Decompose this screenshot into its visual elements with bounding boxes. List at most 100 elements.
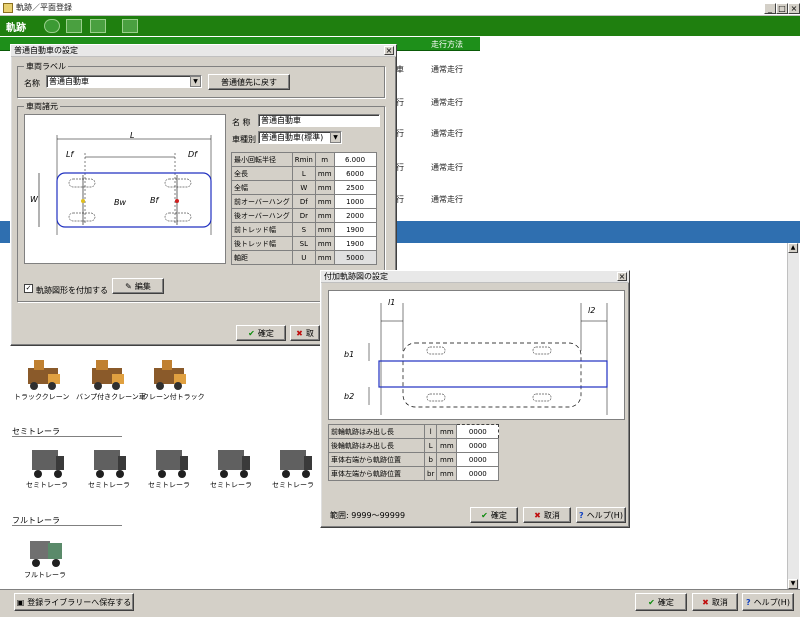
tool-button-2[interactable] [90, 19, 106, 33]
save-library-button[interactable]: ▣ 登録ライブラリーへ保存する [14, 593, 134, 611]
scroll-up-icon[interactable]: ▲ [788, 243, 798, 253]
param-input[interactable]: 0000 [456, 424, 500, 439]
window-title: 軌跡／平面登録 [16, 3, 72, 12]
crane-truck-icon[interactable] [150, 356, 190, 392]
tool-button-3[interactable] [122, 19, 138, 33]
semitrailer-icon[interactable] [26, 444, 66, 480]
table-row[interactable]: 行 [396, 162, 404, 173]
cancel-icon: ✖ [534, 510, 541, 520]
param-input[interactable]: 2500 [333, 180, 377, 195]
cancel-button[interactable]: ✖ 取消 [692, 593, 738, 611]
table-row: 後オーバーハング Dr mm 2000 [231, 208, 377, 223]
help-icon: ? [579, 510, 584, 520]
tool-button-1[interactable] [66, 19, 82, 33]
semitrailer-icon[interactable] [212, 444, 252, 480]
l2-label: l2 [588, 306, 596, 315]
track-params-table: 前輪軌跡はみ出し長 l mm 0000 後輪軌跡はみ出し長 Lmm 0000 車体右端から… [328, 424, 500, 481]
diagram-Bf-label: Bf [150, 196, 159, 205]
vehicle-label: セミトレーラ [272, 481, 314, 489]
table-row: 最小回転半径 Rmin m 6.000 [231, 152, 377, 167]
app-icon [3, 3, 13, 13]
table-row[interactable]: 車 [396, 64, 404, 75]
diagram-Bw-label: Bw [114, 198, 127, 207]
vehicle-diagram [24, 114, 226, 264]
param-input[interactable]: 1900 [333, 222, 377, 237]
dialog-close-button[interactable]: × [617, 272, 627, 281]
name-label: 名称 [24, 79, 40, 88]
fulltrailer-icon[interactable] [26, 533, 66, 569]
table-row: 車体左端から軌跡位置 br mm 0000 [328, 466, 500, 481]
attach-track-checkbox[interactable]: ✓ [24, 284, 33, 293]
truck-crane-icon[interactable] [24, 356, 64, 392]
param-input[interactable]: 1000 [333, 194, 377, 209]
close-button[interactable]: × [788, 3, 800, 14]
param-input[interactable]: 0000 [456, 452, 500, 467]
dialog2-help-button[interactable]: ? ヘルプ(H) [576, 507, 626, 523]
field-name-label: 名 称 [232, 118, 251, 127]
semitrailer-icon[interactable] [274, 444, 314, 480]
table-row[interactable]: 行 [396, 194, 404, 205]
attach-track-label: 軌跡図形を付加する [36, 286, 108, 295]
diagram-W-label: W [30, 195, 38, 204]
divider [12, 436, 122, 437]
dialog1-ok-button[interactable]: ✔ 確定 [236, 325, 286, 341]
vehicle-label: セミトレーラ [210, 481, 252, 489]
l1-label: l1 [388, 298, 396, 307]
param-input[interactable]: 2000 [333, 208, 377, 223]
chevron-down-icon[interactable]: ▼ [190, 76, 201, 87]
track-diagram [328, 290, 625, 420]
param-input[interactable]: 6000 [333, 166, 377, 181]
toolbar: 軌跡 [0, 16, 800, 36]
diagram-L-label: L [130, 131, 135, 140]
diagram-Lf-label: Lf [66, 150, 74, 159]
dialog-title: 付加軌跡図の設定 [321, 271, 629, 283]
vehicle-name-select[interactable]: 普通自動車 [46, 75, 202, 88]
table-row: 全幅 Wmm 2500 [231, 180, 377, 195]
table-row[interactable]: 行 [396, 97, 404, 108]
param-input[interactable]: 1900 [333, 236, 377, 251]
check-icon: ✔ [648, 597, 655, 607]
vehicle-label: トラッククレーン [14, 393, 70, 401]
table-row[interactable]: 行 [396, 128, 404, 139]
reset-standard-button[interactable]: 普通値先に戻す [208, 74, 290, 90]
param-input[interactable]: 0000 [456, 438, 500, 453]
field-name-input[interactable]: 普通自動車 [258, 114, 380, 127]
vehicle-label: セミトレーラ [26, 481, 68, 489]
param-input[interactable]: 5000 [333, 250, 377, 265]
method-cell: 通常走行 [431, 129, 463, 138]
vehicle-label: セミトレーラ [88, 481, 130, 489]
dialog1-cancel-button[interactable]: ✖ 取 [290, 325, 320, 341]
semitrailer-icon[interactable] [88, 444, 128, 480]
b2-label: b2 [344, 392, 355, 401]
check-icon: ✔ [248, 328, 255, 338]
dialog2-ok-button[interactable]: ✔ 確定 [470, 507, 518, 523]
add-icon[interactable] [44, 19, 60, 33]
semitrailer-icon[interactable] [150, 444, 190, 480]
dialog2-cancel-button[interactable]: ✖ 取消 [523, 507, 571, 523]
main-title-bar: 軌跡／平面登録 [0, 0, 800, 16]
table-row: 前輪軌跡はみ出し長 l mm 0000 [328, 424, 500, 439]
grid-header-method: 走行方法 [431, 40, 463, 49]
edit-button[interactable]: ✎ 編集 [112, 278, 164, 294]
scroll-down-icon[interactable]: ▼ [788, 579, 798, 589]
cancel-icon: ✖ [296, 328, 303, 338]
table-row: 前オーバーハング Df mm 1000 [231, 194, 377, 209]
minimize-button[interactable]: _ [764, 3, 776, 14]
chevron-down-icon[interactable]: ▼ [330, 132, 341, 143]
vehicle-label: クレーン付トラック [142, 393, 205, 401]
dialog-close-button[interactable]: × [384, 46, 394, 55]
method-cell: 通常走行 [431, 65, 463, 74]
param-input[interactable]: 6.000 [333, 152, 377, 167]
save-icon: ▣ [16, 597, 25, 607]
method-cell: 通常走行 [431, 195, 463, 204]
params-table: 最小回転半径 Rmin m 6.000 全長 Lmm 6000 全幅 Wmm 2500 前オー… [231, 152, 377, 265]
param-input[interactable]: 0000 [456, 466, 500, 481]
vertical-scrollbar[interactable]: ▲ ▼ [787, 243, 799, 589]
bump-crane-icon[interactable] [88, 356, 128, 392]
method-cell: 通常走行 [431, 98, 463, 107]
b1-label: b1 [344, 350, 355, 359]
maximize-button[interactable]: □ [776, 3, 788, 14]
help-icon: ? [746, 597, 751, 607]
ok-button[interactable]: ✔ 確定 [635, 593, 687, 611]
help-button[interactable]: ? ヘルプ(H) [742, 593, 794, 611]
